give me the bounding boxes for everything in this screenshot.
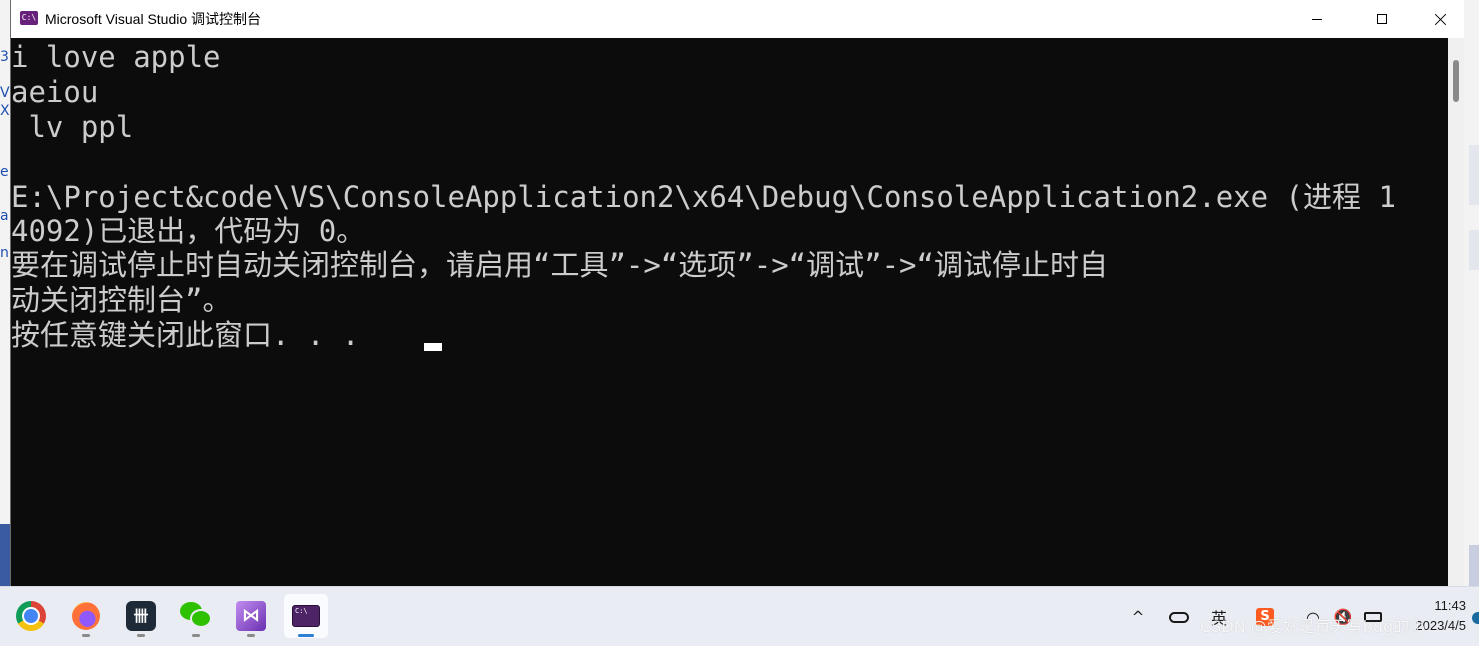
notification-indicator[interactable] xyxy=(1472,612,1479,624)
taskbar: 卌 ⋈ C:\ ^ 英 S ◠ 🔇 11:43 2023/4/5 CSDN @爱… xyxy=(0,586,1479,646)
maximize-button[interactable] xyxy=(1353,0,1411,38)
console-output[interactable]: i love apple aeiou lv ppl E:\Project&cod… xyxy=(11,38,1448,586)
background-text-fragment: X xyxy=(0,104,10,118)
csdn-watermark: CSDN @爱好是每天写bug的小 xyxy=(1200,617,1426,636)
console-window[interactable]: C:\ Microsoft Visual Studio 调试控制台 i love… xyxy=(10,0,1464,586)
minimize-button[interactable] xyxy=(1288,0,1346,38)
console-app-icon: C:\ xyxy=(292,605,320,627)
clock-time: 11:43 xyxy=(1434,598,1466,613)
console-app-icon: C:\ xyxy=(20,11,38,25)
background-app-left-edge: 3 V X e a n xyxy=(0,0,10,586)
close-button[interactable] xyxy=(1412,0,1470,38)
dev-app-icon: 卌 xyxy=(126,601,156,631)
window-title: Microsoft Visual Studio 调试控制台 xyxy=(45,11,262,27)
taskbar-wechat[interactable] xyxy=(174,594,218,638)
background-panel xyxy=(1469,145,1479,205)
minimize-icon xyxy=(1312,18,1322,20)
background-panel xyxy=(1469,545,1479,586)
active-indicator xyxy=(298,634,314,637)
taskbar-visual-studio[interactable]: ⋈ xyxy=(229,594,273,638)
background-text-fragment: 3 xyxy=(0,50,9,64)
background-panel xyxy=(1469,230,1479,270)
vertical-scrollbar[interactable] xyxy=(1448,38,1464,586)
console-line: aeiou xyxy=(11,75,99,109)
console-line: E:\Project&code\VS\ConsoleApplication2\x… xyxy=(11,180,1396,214)
running-indicator xyxy=(247,634,255,637)
running-indicator xyxy=(137,634,145,637)
background-panel xyxy=(0,524,10,586)
taskbar-console-app[interactable]: C:\ xyxy=(284,594,328,638)
text-cursor xyxy=(424,343,442,351)
console-line: 4092)已退出，代码为 0。 xyxy=(11,214,366,248)
wechat-icon xyxy=(180,602,212,630)
show-hidden-icons-button[interactable]: ^ xyxy=(1126,587,1150,646)
close-icon xyxy=(1435,13,1447,25)
scrollbar-thumb[interactable] xyxy=(1453,60,1459,102)
console-line: i love apple xyxy=(11,40,221,74)
background-text-fragment: a xyxy=(0,209,9,223)
background-app-right-edge xyxy=(1463,0,1479,586)
firefox-icon xyxy=(72,602,100,630)
background-text-fragment: e xyxy=(0,165,9,179)
chevron-up-icon: ^ xyxy=(1131,608,1145,626)
background-text-fragment: V xyxy=(0,86,10,100)
taskbar-chrome[interactable] xyxy=(9,594,53,638)
running-indicator xyxy=(82,634,90,637)
background-text-fragment: n xyxy=(0,246,9,260)
onedrive-tray-button[interactable] xyxy=(1164,587,1194,646)
console-line: 动关闭控制台”。 xyxy=(11,283,232,317)
console-line: 按任意键关闭此窗口. . . xyxy=(11,318,360,352)
taskbar-dev-app[interactable]: 卌 xyxy=(119,594,163,638)
running-indicator xyxy=(192,634,200,637)
console-line: 要在调试停止时自动关闭控制台，请启用“工具”->“选项”->“调试”->“调试停… xyxy=(11,248,1108,282)
screen: 3 V X e a n C:\ Microsoft Visual Studio … xyxy=(0,0,1479,646)
taskbar-firefox[interactable] xyxy=(64,594,108,638)
cloud-icon xyxy=(1169,611,1189,623)
chrome-icon xyxy=(16,601,46,631)
maximize-icon xyxy=(1377,14,1387,24)
visual-studio-icon: ⋈ xyxy=(236,601,266,631)
title-bar[interactable]: C:\ Microsoft Visual Studio 调试控制台 xyxy=(11,0,1464,38)
console-line: lv ppl xyxy=(11,110,134,144)
